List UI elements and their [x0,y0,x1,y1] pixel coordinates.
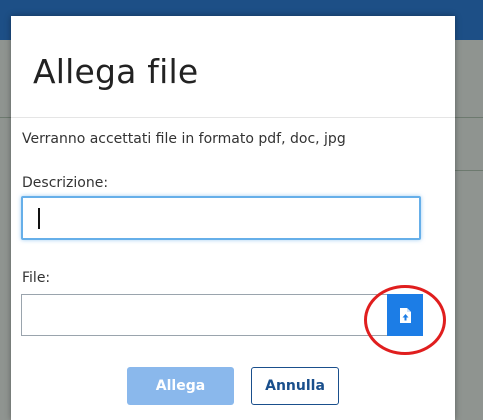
cancel-button[interactable]: Annulla [251,367,339,405]
screen: Allega file Verranno accettati file in f… [0,0,483,420]
background-divider [455,170,483,171]
description-label: Descrizione: [22,175,109,191]
attach-button[interactable]: Allega [127,367,234,405]
background-divider [455,117,483,118]
file-upload-icon [387,307,423,323]
file-path-input[interactable] [21,294,387,336]
accepted-formats-text: Verranno accettati file in formato pdf, … [22,131,346,147]
description-input[interactable] [21,196,421,240]
file-upload-button[interactable] [387,294,423,336]
background-divider [0,117,11,118]
header-divider [11,117,455,118]
text-caret [38,208,40,229]
file-label: File: [22,270,51,286]
dialog-title: Allega file [33,52,199,91]
